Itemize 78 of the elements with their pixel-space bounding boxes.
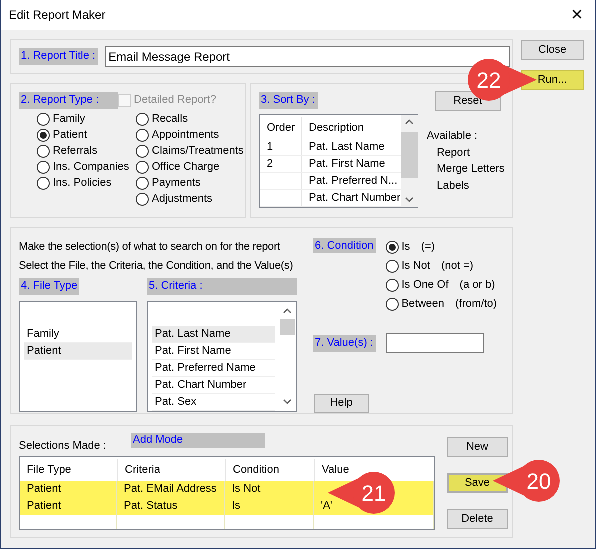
section-label: 3. Sort By : xyxy=(259,92,318,109)
section-label: 5. Criteria : xyxy=(147,278,297,295)
radio-button[interactable] xyxy=(386,260,399,273)
radio-label: Ins. Companies xyxy=(53,160,130,175)
section-label: 2. Report Type : xyxy=(19,92,118,109)
radio-label: Is Not xyxy=(402,259,430,274)
radio-button[interactable] xyxy=(136,192,149,206)
column-header: Order xyxy=(266,120,296,136)
radio-button[interactable] xyxy=(37,160,50,174)
radio-label: Patient xyxy=(53,128,88,143)
button[interactable]: Run... xyxy=(521,70,584,90)
scroll-thumb[interactable] xyxy=(400,132,418,178)
available-label: Available : xyxy=(427,129,479,144)
radio-button[interactable] xyxy=(386,298,399,311)
list-item[interactable]: Pat. First Name xyxy=(152,343,275,360)
button[interactable]: Delete xyxy=(447,509,508,529)
radio-label: Family xyxy=(53,112,86,127)
table-cell-text: 1 xyxy=(266,140,274,155)
instruction-text: Select the File, the Criteria, the Condition, and the Value(s) xyxy=(19,259,294,274)
scrollbar[interactable] xyxy=(400,115,418,207)
instruction-text: Make the selection(s) of what to search on for the report xyxy=(19,240,280,255)
list-item[interactable]: Pat. Sex xyxy=(152,394,275,411)
column-header: File Type xyxy=(26,462,72,478)
radio-label: Appointments xyxy=(152,128,220,143)
radio-button[interactable] xyxy=(136,112,149,126)
list-item[interactable]: Pat. Chart Number xyxy=(152,377,275,394)
radio-button[interactable] xyxy=(136,128,149,142)
radio-button[interactable] xyxy=(37,176,50,190)
radio-button[interactable] xyxy=(136,144,149,158)
scroll-down-icon[interactable] xyxy=(404,197,414,203)
radio-label: Office Charge xyxy=(152,160,220,175)
radio-label: Referrals xyxy=(53,144,98,159)
radio-label: Ins. Policies xyxy=(53,176,112,191)
window-title: Edit Report Maker xyxy=(9,7,106,24)
button[interactable]: Save xyxy=(447,473,508,493)
radio-button[interactable] xyxy=(37,144,50,158)
button[interactable]: New xyxy=(447,437,508,457)
radio-label: Between xyxy=(402,297,445,312)
scroll-up-icon[interactable] xyxy=(404,119,414,125)
available-item: Labels xyxy=(436,178,470,194)
radio-button[interactable] xyxy=(136,160,149,174)
selections-label: Selections Made : xyxy=(19,439,108,454)
value-field[interactable] xyxy=(386,333,484,353)
available-item: Merge Letters xyxy=(436,162,505,177)
radio-button[interactable] xyxy=(386,241,399,254)
section-label: 7. Value(s) : xyxy=(313,334,376,352)
section-label: 1. Report Title : xyxy=(19,48,98,65)
list-item[interactable]: Pat. Last Name xyxy=(152,326,275,343)
scroll-thumb[interactable] xyxy=(280,318,295,334)
scroll-up-icon[interactable] xyxy=(283,308,292,314)
list-item[interactable]: Pat. Preferred Name xyxy=(152,360,275,377)
radio-button[interactable] xyxy=(386,279,399,292)
radio-hint: (=) xyxy=(421,240,436,255)
radio-button[interactable] xyxy=(136,176,149,190)
button[interactable]: Help xyxy=(314,394,369,413)
radio-label: Recalls xyxy=(152,112,188,127)
radio-hint: (a or b) xyxy=(460,278,496,293)
section-label: 6. Condition xyxy=(313,238,376,253)
close-icon[interactable]: × xyxy=(571,5,583,25)
radio-hint: (not =) xyxy=(441,259,474,274)
checkbox-label: Detailed Report? xyxy=(134,93,217,108)
scroll-down-icon[interactable] xyxy=(283,399,292,405)
list-item[interactable]: Patient xyxy=(24,343,132,360)
radio-label: Payments xyxy=(152,176,201,191)
radio-button[interactable] xyxy=(37,112,50,126)
list-item[interactable]: Family xyxy=(24,326,132,343)
radio-label: Adjustments xyxy=(152,192,213,207)
radio-button[interactable] xyxy=(37,128,50,142)
button[interactable]: Close xyxy=(521,40,584,60)
radio-label: Is One Of xyxy=(402,278,449,293)
report-title-field[interactable]: Email Message Report xyxy=(104,46,510,67)
available-item: Report xyxy=(436,146,472,160)
section-label: 4. File Type xyxy=(19,278,79,295)
radio-label: Claims/Treatments xyxy=(152,144,244,159)
radio-label: Is xyxy=(402,240,410,255)
mode-label: Add Mode xyxy=(131,433,265,448)
radio-hint: (from/to) xyxy=(456,297,498,312)
table-cell-text: 2 xyxy=(266,156,274,172)
